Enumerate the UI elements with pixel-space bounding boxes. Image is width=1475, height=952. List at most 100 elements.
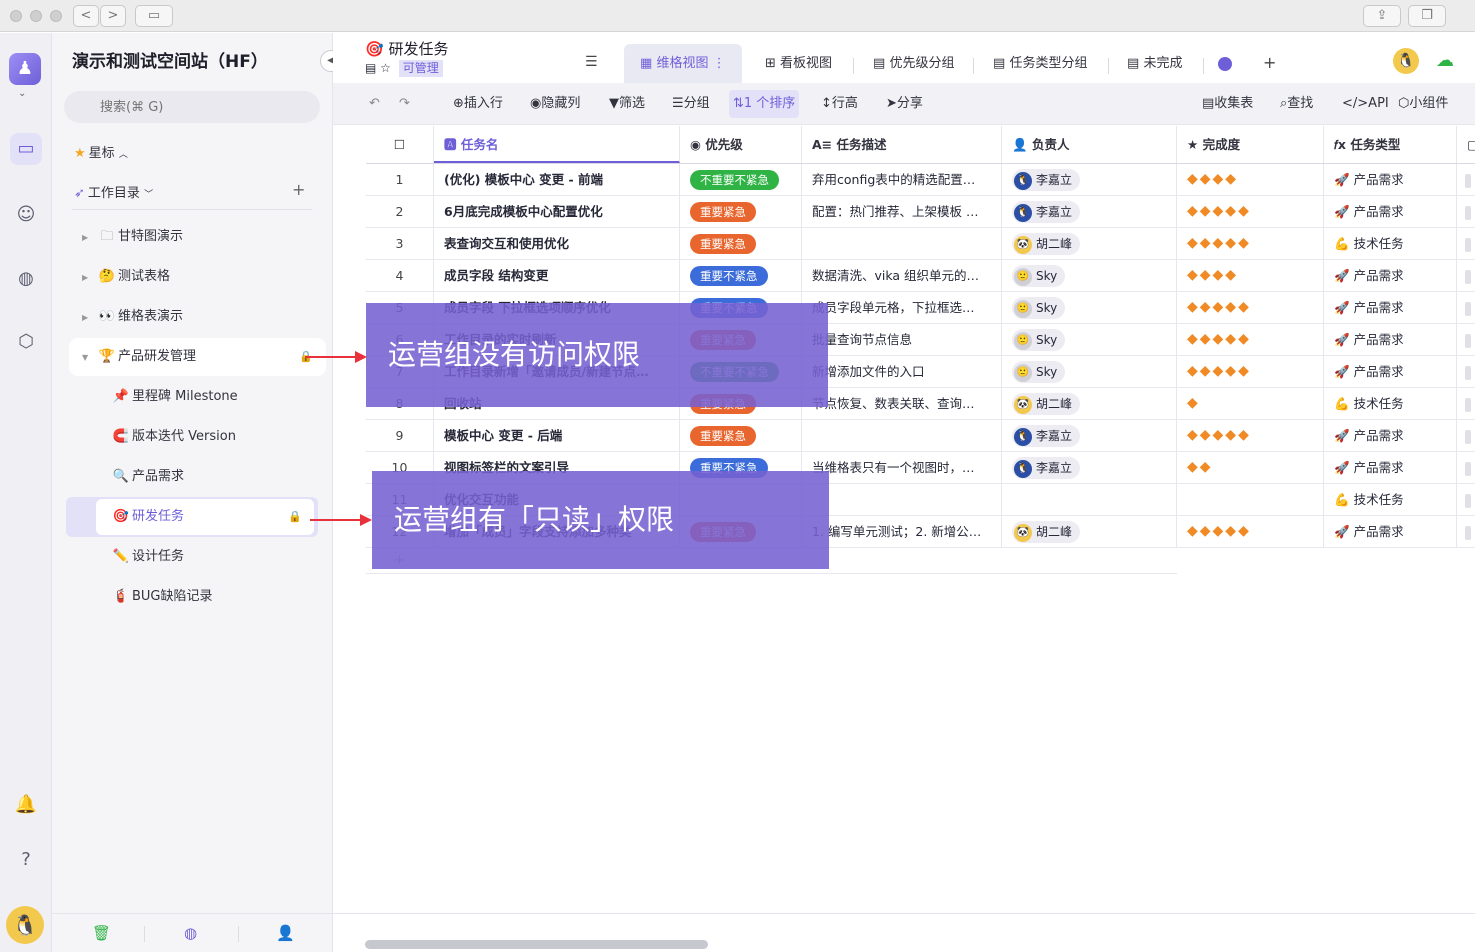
tab-grid-view[interactable]: ▦ 维格视图 ⋮: [624, 44, 742, 84]
owner-cell[interactable]: [1002, 484, 1177, 515]
progress-rating-cell[interactable]: ◆◆◆◆: [1177, 164, 1324, 195]
row-height-button[interactable]: ↕行高: [821, 83, 858, 125]
task-name-cell[interactable]: 表查询交互和使用优化: [434, 228, 680, 259]
find-button[interactable]: ⌕查找: [1280, 83, 1313, 125]
sidebar-item-milestone[interactable]: 📌 里程碑 Milestone: [110, 379, 320, 415]
column-header-more[interactable]: ▢: [1457, 126, 1475, 163]
description-cell[interactable]: 新增添加文件的入口: [802, 356, 1002, 387]
column-header-name[interactable]: 🅰 任务名: [434, 126, 680, 163]
trash-icon[interactable]: 🗑: [92, 924, 111, 942]
task-name-cell[interactable]: 模板中心 变更 - 后端: [434, 420, 680, 451]
owner-cell[interactable]: 🙂 Sky: [1002, 356, 1177, 387]
share-icon[interactable]: ⇪: [1363, 5, 1401, 27]
table-row[interactable]: 9 模板中心 变更 - 后端 重要紧急 🐧 李嘉立 ◆◆◆◆◆ 🚀 产品需求: [366, 420, 1475, 452]
description-cell[interactable]: 弃用config表中的精选配置…: [802, 164, 1002, 195]
description-icon[interactable]: ▤: [365, 61, 376, 75]
view-list-icon[interactable]: ☰: [585, 54, 598, 70]
progress-rating-cell[interactable]: ◆◆◆◆◆: [1177, 228, 1324, 259]
api-button[interactable]: </>API: [1342, 83, 1389, 125]
forward-button[interactable]: >: [100, 5, 126, 27]
owner-cell[interactable]: 🐼 胡二峰: [1002, 516, 1177, 547]
add-view-button[interactable]: +: [1263, 53, 1276, 72]
tab-type-group[interactable]: ▤ 任务类型分组: [993, 44, 1087, 84]
progress-rating-cell[interactable]: [1177, 484, 1324, 515]
description-cell[interactable]: 当维格表只有一个视图时，…: [802, 452, 1002, 483]
progress-rating-cell[interactable]: ◆: [1177, 388, 1324, 419]
description-cell[interactable]: [802, 228, 1002, 259]
members-icon[interactable]: ☺: [10, 199, 42, 231]
owner-cell[interactable]: 🙂 Sky: [1002, 292, 1177, 323]
more-icon[interactable]: ⋮: [713, 56, 726, 71]
task-name-cell[interactable]: 6月底完成模板中心配置优化: [434, 196, 680, 227]
redo-icon[interactable]: ↷: [399, 83, 410, 125]
description-cell[interactable]: 节点恢复、数表关联、查询…: [802, 388, 1002, 419]
back-button[interactable]: <: [73, 5, 99, 27]
sort-button[interactable]: ⇅1 个排序: [729, 90, 800, 118]
share-button[interactable]: ➤分享: [886, 83, 923, 125]
sidebar-item-test-table[interactable]: ▶ 🤔 测试表格: [82, 259, 322, 295]
template-planet-icon[interactable]: ◍: [10, 263, 42, 295]
column-header-desc[interactable]: A≡ 任务描述: [802, 126, 1002, 163]
view-icon[interactable]: [1218, 57, 1232, 71]
insert-row-button[interactable]: ⊕插入行: [453, 83, 503, 125]
column-header-progress[interactable]: ★ 完成度: [1177, 126, 1324, 163]
sidebar-toggle-icon[interactable]: ▭: [135, 5, 173, 27]
owner-cell[interactable]: 🐼 胡二峰: [1002, 388, 1177, 419]
progress-rating-cell[interactable]: ◆◆◆◆◆: [1177, 324, 1324, 355]
column-header-owner[interactable]: 👤 负责人: [1002, 126, 1177, 163]
sidebar-item-requirements[interactable]: 🔍 产品需求: [110, 459, 320, 495]
group-button[interactable]: ☰分组: [672, 83, 710, 125]
invite-member-icon[interactable]: 👤: [276, 924, 295, 942]
progress-rating-cell[interactable]: ◆◆◆◆◆: [1177, 196, 1324, 227]
search-input[interactable]: [64, 91, 320, 123]
priority-cell[interactable]: 重要紧急: [680, 228, 802, 259]
description-cell[interactable]: 配置：热门推荐、上架模板 …: [802, 196, 1002, 227]
starred-section[interactable]: ★ 星标 ︿: [74, 142, 128, 161]
tabs-overview-icon[interactable]: ❐: [1408, 5, 1446, 27]
widget-button[interactable]: ⬡小组件: [1398, 83, 1448, 125]
sidebar-item-product-rd[interactable]: ▼ 🏆 产品研发管理 🔒: [70, 339, 325, 375]
priority-cell[interactable]: 不重要不紧急: [680, 164, 802, 195]
add-node-button[interactable]: +: [292, 180, 305, 199]
description-cell[interactable]: 批量查询节点信息: [802, 324, 1002, 355]
priority-cell[interactable]: 重要紧急: [680, 196, 802, 227]
sidebar-item-vika-demo[interactable]: ▶ 👀 维格表演示: [82, 299, 322, 335]
sidebar-item-version[interactable]: 🧲 版本迭代 Version: [110, 419, 320, 455]
column-header-priority[interactable]: ◉ 优先级: [680, 126, 802, 163]
tab-incomplete[interactable]: ▤ 未完成: [1127, 44, 1182, 84]
table-row[interactable]: 1 (优化) 模板中心 变更 - 前端 不重要不紧急 弃用config表中的精选配置……: [366, 164, 1475, 196]
collaborator-avatar[interactable]: 🐧: [1393, 48, 1419, 74]
help-icon[interactable]: ?: [10, 844, 42, 876]
bell-icon[interactable]: 🔔: [10, 789, 42, 821]
task-name-cell[interactable]: (优化) 模板中心 变更 - 前端: [434, 164, 680, 195]
owner-cell[interactable]: 🐧 李嘉立: [1002, 164, 1177, 195]
horizontal-scrollbar[interactable]: [365, 940, 708, 949]
progress-rating-cell[interactable]: ◆◆◆◆◆: [1177, 516, 1324, 547]
owner-cell[interactable]: 🐧 李嘉立: [1002, 196, 1177, 227]
sidebar-item-bugs[interactable]: 🧯 BUG缺陷记录: [110, 579, 320, 615]
progress-rating-cell[interactable]: ◆◆◆◆: [1177, 260, 1324, 291]
owner-cell[interactable]: 🐧 李嘉立: [1002, 420, 1177, 451]
owner-cell[interactable]: 🐧 李嘉立: [1002, 452, 1177, 483]
owner-cell[interactable]: 🙂 Sky: [1002, 324, 1177, 355]
priority-cell[interactable]: 重要紧急: [680, 420, 802, 451]
catalog-section[interactable]: ➶ 工作目录 ﹀: [74, 182, 153, 201]
owner-cell[interactable]: 🙂 Sky: [1002, 260, 1177, 291]
description-cell[interactable]: 1. 编写单元测试；2. 新增公…: [802, 516, 1002, 547]
sidebar-item-design-tasks[interactable]: ✏️ 设计任务: [110, 539, 320, 575]
description-cell[interactable]: [802, 420, 1002, 451]
hide-columns-button[interactable]: ◉隐藏列: [530, 83, 580, 125]
minimize-window-button[interactable]: [30, 10, 42, 22]
user-avatar[interactable]: 🐧: [6, 906, 44, 944]
owner-cell[interactable]: 🐼 胡二峰: [1002, 228, 1177, 259]
column-header-type[interactable]: 𝑓x 任务类型: [1324, 126, 1457, 163]
priority-cell[interactable]: 重要不紧急: [680, 260, 802, 291]
space-logo-icon[interactable]: ♟: [9, 53, 41, 85]
filter-button[interactable]: ▼筛选: [609, 83, 645, 125]
table-row[interactable]: 3 表查询交互和使用优化 重要紧急 🐼 胡二峰 ◆◆◆◆◆ 💪 技术任务: [366, 228, 1475, 260]
description-cell[interactable]: 成员字段单元格，下拉框选…: [802, 292, 1002, 323]
task-name-cell[interactable]: 成员字段 结构变更: [434, 260, 680, 291]
select-all-checkbox[interactable]: ☐: [366, 126, 434, 163]
description-cell[interactable]: [802, 484, 1002, 515]
workbench-icon[interactable]: ▭: [10, 133, 42, 165]
